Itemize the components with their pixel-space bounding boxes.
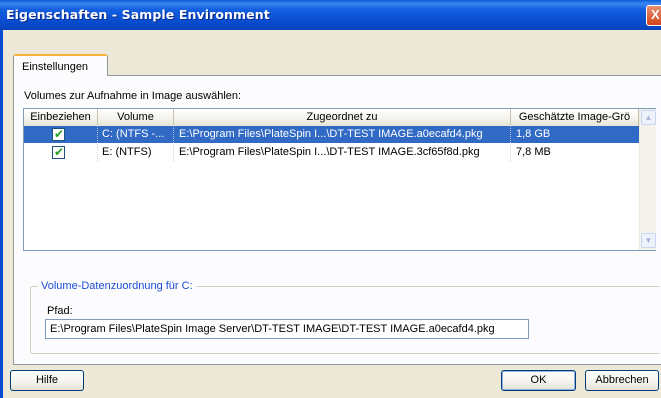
vertical-scrollbar[interactable]: ▲ ▼ (639, 109, 656, 250)
volume-cell: C: (NTFS -... (98, 126, 174, 143)
include-checkbox[interactable]: ✔ (52, 127, 65, 141)
path-field[interactable]: E:\Program Files\PlateSpin Image Server\… (45, 319, 529, 339)
checkmark-icon: ✔ (54, 145, 65, 159)
scroll-up-icon[interactable]: ▲ (641, 110, 656, 125)
include-cell: ✔ (24, 126, 98, 143)
size-cell: 7,8 MB (516, 146, 551, 158)
table-row[interactable]: ✔ C: (NTFS -... E:\Program Files\PlateSp… (24, 126, 639, 143)
checkmark-icon: ✔ (54, 127, 65, 141)
volumes-list-header: Einbeziehen Volume Zugeordnet zu Geschät… (24, 109, 639, 126)
mapped-to-cell: E:\Program Files\PlateSpin I...\DT-TEST … (174, 126, 511, 143)
scroll-down-icon[interactable]: ▼ (641, 233, 656, 248)
path-label: Pfad: (47, 305, 73, 317)
title-bar[interactable]: Eigenschaften - Sample Environment X (0, 0, 661, 30)
volumes-list[interactable]: Einbeziehen Volume Zugeordnet zu Geschät… (23, 108, 656, 251)
mapped-to-cell: E:\Program Files\PlateSpin I...\DT-TEST … (174, 144, 511, 161)
volumes-section-label: Volumes zur Aufnahme in Image auswählen: (24, 90, 242, 102)
help-button[interactable]: Hilfe (10, 370, 84, 391)
volume-mapping-title: Volume-Datenzuordnung für C: (38, 280, 196, 292)
column-header-include[interactable]: Einbeziehen (24, 109, 98, 126)
properties-dialog: Eigenschaften - Sample Environment X Ein… (0, 0, 661, 398)
tab-settings[interactable]: Einstellungen (13, 54, 108, 76)
window-border (0, 30, 3, 398)
volume-cell: E: (NTFS) (98, 144, 174, 161)
close-button[interactable]: X (646, 5, 661, 26)
include-checkbox[interactable]: ✔ (52, 145, 65, 159)
include-cell: ✔ (24, 144, 98, 161)
close-icon: X (651, 7, 660, 22)
column-header-volume[interactable]: Volume (98, 109, 174, 126)
tab-settings-label: Einstellungen (22, 61, 89, 73)
column-header-mapped-to[interactable]: Zugeordnet zu (174, 109, 511, 126)
cancel-button[interactable]: Abbrechen (585, 370, 659, 391)
table-row[interactable]: ✔ E: (NTFS) E:\Program Files\PlateSpin I… (24, 144, 639, 161)
ok-button[interactable]: OK (501, 370, 576, 391)
column-header-image-size[interactable]: Geschätzte Image-Grö (511, 109, 639, 126)
window-title: Eigenschaften - Sample Environment (6, 7, 270, 22)
size-cell: 1,8 GB (516, 128, 551, 140)
